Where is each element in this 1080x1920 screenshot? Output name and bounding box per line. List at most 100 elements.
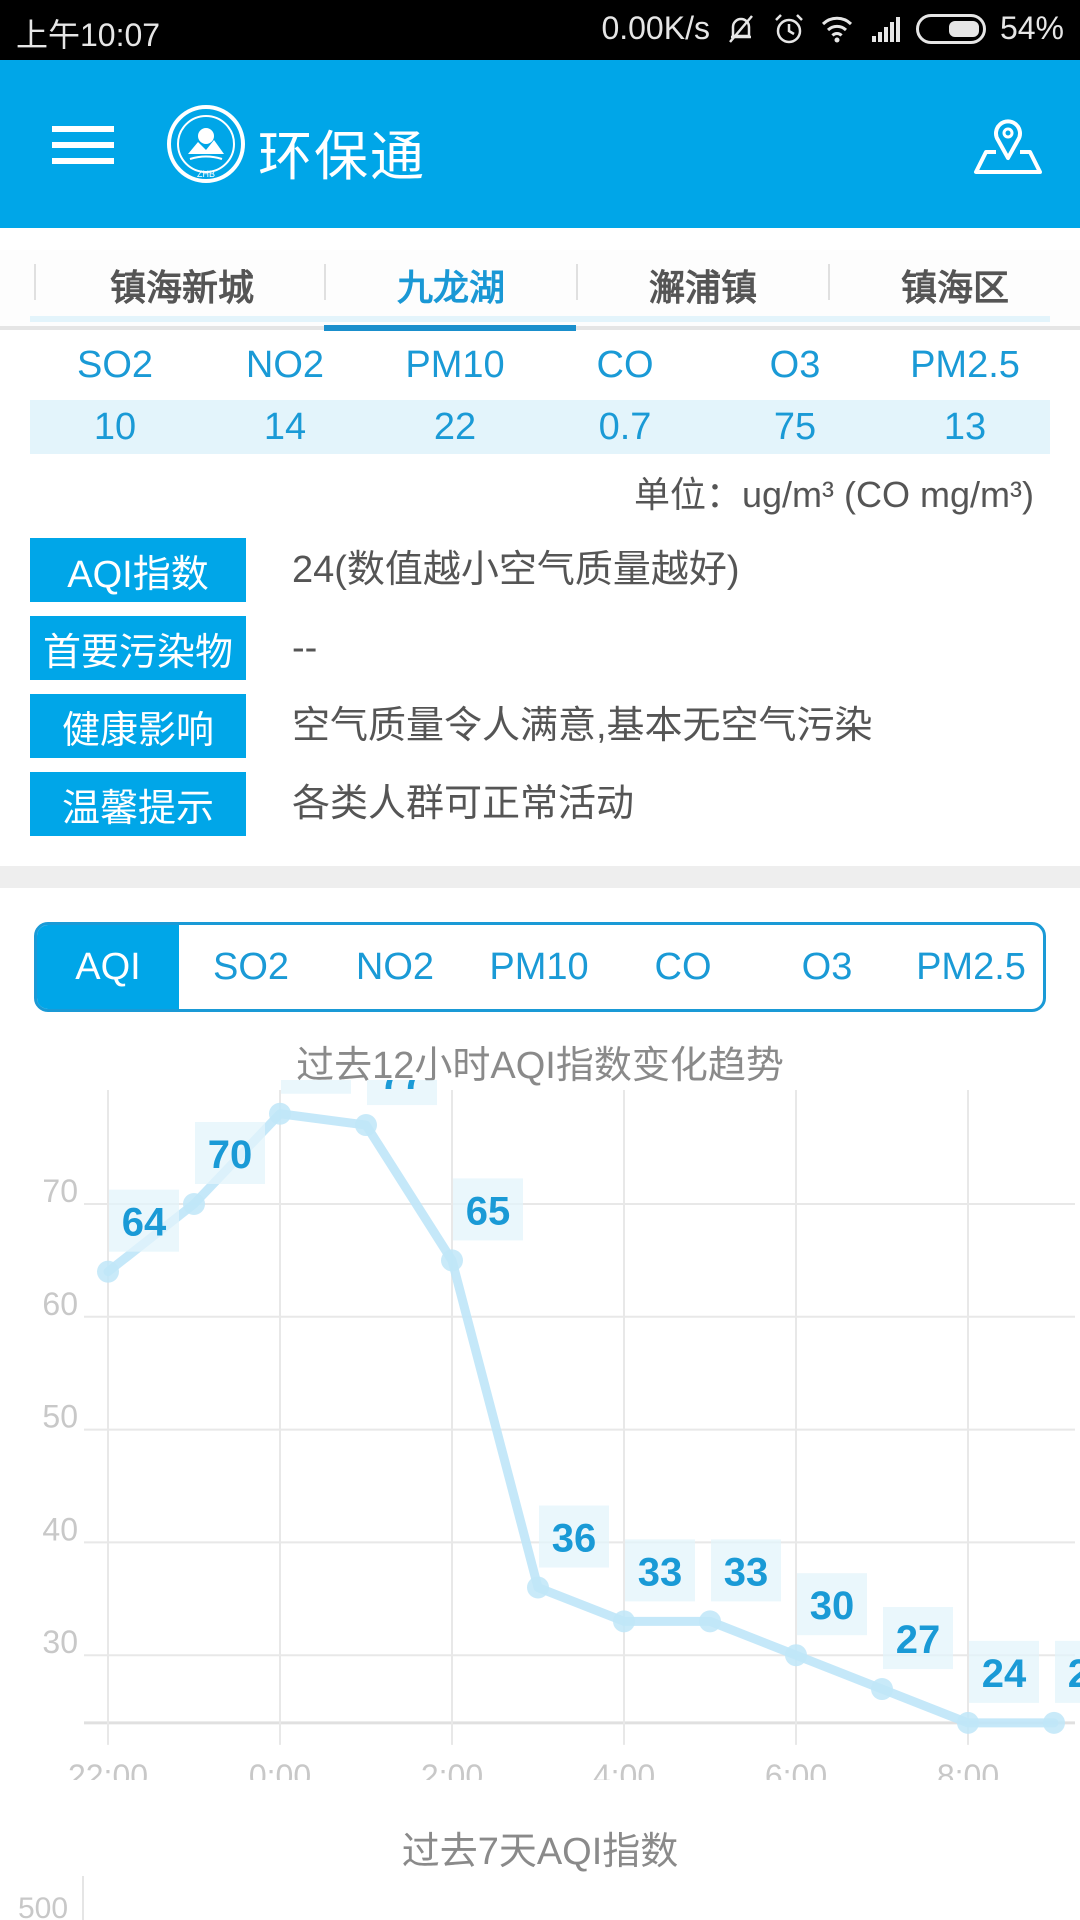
- data-label: 33: [724, 1550, 769, 1594]
- info-value: 各类人群可正常活动: [292, 783, 635, 825]
- data-point: [613, 1610, 635, 1633]
- data-point: [355, 1114, 377, 1137]
- data-label: 24: [1068, 1652, 1080, 1696]
- data-point: [441, 1249, 463, 1272]
- info-label: 温馨提示: [30, 772, 246, 836]
- section-divider: [0, 866, 1080, 888]
- tab-location-1[interactable]: 镇海新城: [40, 250, 324, 320]
- data-point: [871, 1678, 893, 1701]
- data-label: 77: [380, 1080, 425, 1098]
- logo-text: ZHB: [197, 169, 215, 179]
- data-point: [183, 1193, 205, 1215]
- y-tick-label: 30: [42, 1624, 78, 1660]
- y-axis-ticks: 30 40 50 60 70: [42, 1173, 78, 1660]
- tab-separator: [34, 264, 36, 300]
- x-tick-label: 22:00: [68, 1758, 148, 1780]
- data-label: 24: [982, 1652, 1027, 1696]
- pollutant-value: 22: [433, 406, 477, 448]
- data-label: 27: [896, 1618, 941, 1662]
- x-tick-label: 0:00: [249, 1758, 311, 1780]
- data-label: 70: [208, 1133, 253, 1177]
- battery-percent: 54%: [999, 10, 1064, 46]
- x-tick-label: 4:00: [593, 1758, 655, 1780]
- data-label: 36: [552, 1517, 597, 1561]
- battery-icon: [915, 13, 986, 44]
- location-tabs: 镇海新城 九龙湖 澥浦镇 镇海区: [0, 250, 1080, 331]
- pollutant-selector: AQI SO2 NO2 PM10 CO O3 PM2.5: [34, 922, 1046, 1012]
- data-point: [269, 1102, 291, 1125]
- data-point: [97, 1260, 119, 1283]
- data-point: [785, 1644, 807, 1667]
- pollutant-header-row: SO2 NO2 PM10 CO O3 PM2.5: [30, 340, 1050, 390]
- aqi-line-chart: 30 40 50 60 70 22:00 0:00 2:00 4:00 6:00 8:00 64 7…: [42, 1080, 1080, 1780]
- x-axis-ticks: 22:00 0:00 2:00 4:00 6:00 8:00: [68, 1758, 999, 1780]
- tab-underlay: [30, 316, 1050, 322]
- status-time: 上午10:07: [16, 17, 161, 53]
- info-label: 健康影响: [30, 694, 246, 758]
- data-point: [699, 1610, 721, 1633]
- next-chart-y-tick: 500: [18, 1892, 69, 1920]
- info-label: 首要污染物: [30, 616, 246, 680]
- pollutant-value: 75: [773, 406, 817, 448]
- data-point: [957, 1711, 979, 1734]
- pollutant-header: PM10: [405, 344, 505, 386]
- hamburger-menu-icon[interactable]: [52, 126, 114, 164]
- info-value: --: [292, 627, 318, 669]
- pollutant-header: SO2: [76, 344, 154, 386]
- info-value: 24(数值越小空气质量越好): [292, 549, 740, 591]
- alarm-icon: [775, 13, 803, 43]
- tab-location-2[interactable]: 九龙湖: [326, 250, 576, 320]
- pollutant-header: NO2: [245, 344, 325, 386]
- next-chart-y-axis: [82, 1876, 84, 1920]
- data-label: 33: [638, 1550, 683, 1594]
- data-label: 78: [294, 1080, 339, 1087]
- data-label: 65: [466, 1189, 511, 1233]
- pollutant-value: 0.7: [598, 406, 652, 448]
- y-tick-label: 40: [42, 1511, 78, 1547]
- map-pin-icon[interactable]: [972, 114, 1044, 178]
- network-speed: 0.00K/s: [601, 10, 710, 46]
- info-row-tip: 温馨提示 各类人群可正常活动: [30, 772, 1050, 836]
- pollutant-header: O3: [769, 344, 821, 386]
- data-label: 30: [810, 1584, 855, 1628]
- x-tick-label: 2:00: [421, 1758, 483, 1780]
- pollutant-value: 13: [943, 406, 987, 448]
- selector-pm10[interactable]: PM10: [467, 925, 611, 1009]
- status-bar: 上午10:07 0.00K/s 54%: [0, 0, 1080, 60]
- next-chart-title: 过去7天AQI指数: [401, 1831, 679, 1873]
- data-point: [1043, 1711, 1065, 1734]
- app-title: 环保通: [258, 127, 426, 187]
- selector-co[interactable]: CO: [611, 925, 755, 1009]
- x-tick-label: 6:00: [765, 1758, 827, 1780]
- pollutant-header: CO: [596, 344, 654, 386]
- logo-icon: ZHB: [167, 105, 245, 183]
- selector-so2[interactable]: SO2: [179, 925, 323, 1009]
- y-tick-label: 60: [42, 1286, 78, 1322]
- info-row-aqi: AQI指数 24(数值越小空气质量越好): [30, 538, 1050, 602]
- tab-location-4[interactable]: 镇海区: [830, 250, 1080, 320]
- signal-icon: [871, 16, 900, 42]
- info-label: AQI指数: [30, 538, 246, 602]
- x-tick-label: 8:00: [937, 1758, 999, 1780]
- pollutant-value: 10: [93, 406, 137, 448]
- info-row-health-impact: 健康影响 空气质量令人满意,基本无空气污染: [30, 694, 1050, 758]
- info-value: 空气质量令人满意,基本无空气污染: [292, 705, 873, 747]
- pollutant-value-row: 10 14 22 0.7 75 13: [30, 400, 1050, 454]
- data-label: 64: [122, 1201, 167, 1245]
- status-icons: 0.00K/s 54%: [601, 10, 1064, 47]
- selector-o3[interactable]: O3: [755, 925, 899, 1009]
- pollutant-value: 14: [263, 406, 307, 448]
- app-bar: ZHB 环保通: [0, 60, 1080, 228]
- y-tick-label: 70: [42, 1173, 78, 1209]
- wifi-icon: [821, 16, 853, 42]
- selector-no2[interactable]: NO2: [323, 925, 467, 1009]
- selector-pm25[interactable]: PM2.5: [899, 925, 1043, 1009]
- pollutant-header: PM2.5: [910, 344, 1020, 386]
- mute-icon: [728, 14, 753, 43]
- tab-location-3[interactable]: 澥浦镇: [578, 250, 828, 320]
- selector-aqi[interactable]: AQI: [37, 925, 179, 1009]
- unit-note: 单位：ug/m³ (CO mg/m³): [634, 474, 1034, 515]
- active-tab-indicator: [324, 325, 576, 331]
- data-point: [527, 1576, 549, 1599]
- info-row-primary-pollutant: 首要污染物 --: [30, 616, 1050, 680]
